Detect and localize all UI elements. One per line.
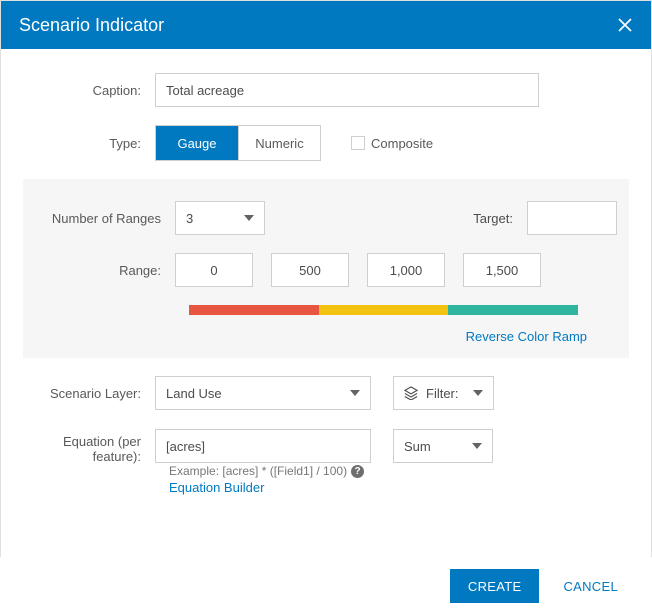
close-icon[interactable] [617,17,633,33]
scenario-layer-value: Land Use [166,386,222,401]
checkbox-icon [351,136,365,150]
create-button[interactable]: CREATE [450,569,540,603]
aggregation-select[interactable]: Sum [393,429,493,463]
help-icon[interactable]: ? [351,465,364,478]
num-ranges-label: Number of Ranges [35,211,175,226]
dialog-footer: CREATE CANCEL [0,557,652,615]
caption-input[interactable] [155,73,539,107]
composite-label: Composite [371,136,433,151]
chevron-down-icon [473,390,483,396]
target-label: Target: [473,211,513,226]
color-ramp [189,305,578,315]
range-stop-1[interactable] [271,253,349,287]
chevron-down-icon [244,215,254,221]
layers-icon [404,386,418,400]
equation-example: Example: [acres] * ([Field1] / 100) ? [169,464,617,478]
filter-label: Filter: [426,386,459,401]
num-ranges-select[interactable]: 3 [175,201,265,235]
num-ranges-value: 3 [186,211,193,226]
chevron-down-icon [350,390,360,396]
ranges-panel: Number of Ranges 3 Target: Range: [23,179,629,358]
type-option-numeric[interactable]: Numeric [238,126,320,160]
type-label: Type: [35,136,155,151]
ramp-segment-2 [319,305,449,315]
range-stop-2[interactable] [367,253,445,287]
range-stop-0[interactable] [175,253,253,287]
dialog-titlebar: Scenario Indicator [1,1,651,49]
type-option-gauge[interactable]: Gauge [156,126,238,160]
target-input[interactable] [527,201,617,235]
filter-button[interactable]: Filter: [393,376,494,410]
caption-label: Caption: [35,83,155,98]
scenario-layer-select[interactable]: Land Use [155,376,371,410]
ramp-segment-3 [448,305,578,315]
dialog-body: Caption: Type: Gauge Numeric Composite N… [1,49,651,495]
equation-input[interactable] [155,429,371,463]
type-toggle: Gauge Numeric [155,125,321,161]
reverse-color-ramp-link[interactable]: Reverse Color Ramp [35,329,587,344]
range-label: Range: [35,263,175,278]
scenario-layer-label: Scenario Layer: [35,386,155,401]
dialog-title: Scenario Indicator [19,15,164,36]
range-stop-3[interactable] [463,253,541,287]
equation-label: Equation (per feature): [35,428,155,464]
chevron-down-icon [472,443,482,449]
composite-checkbox[interactable]: Composite [351,136,433,151]
cancel-button[interactable]: CANCEL [557,578,624,595]
equation-builder-link[interactable]: Equation Builder [169,480,617,495]
ramp-segment-1 [189,305,319,315]
aggregation-value: Sum [404,439,431,454]
